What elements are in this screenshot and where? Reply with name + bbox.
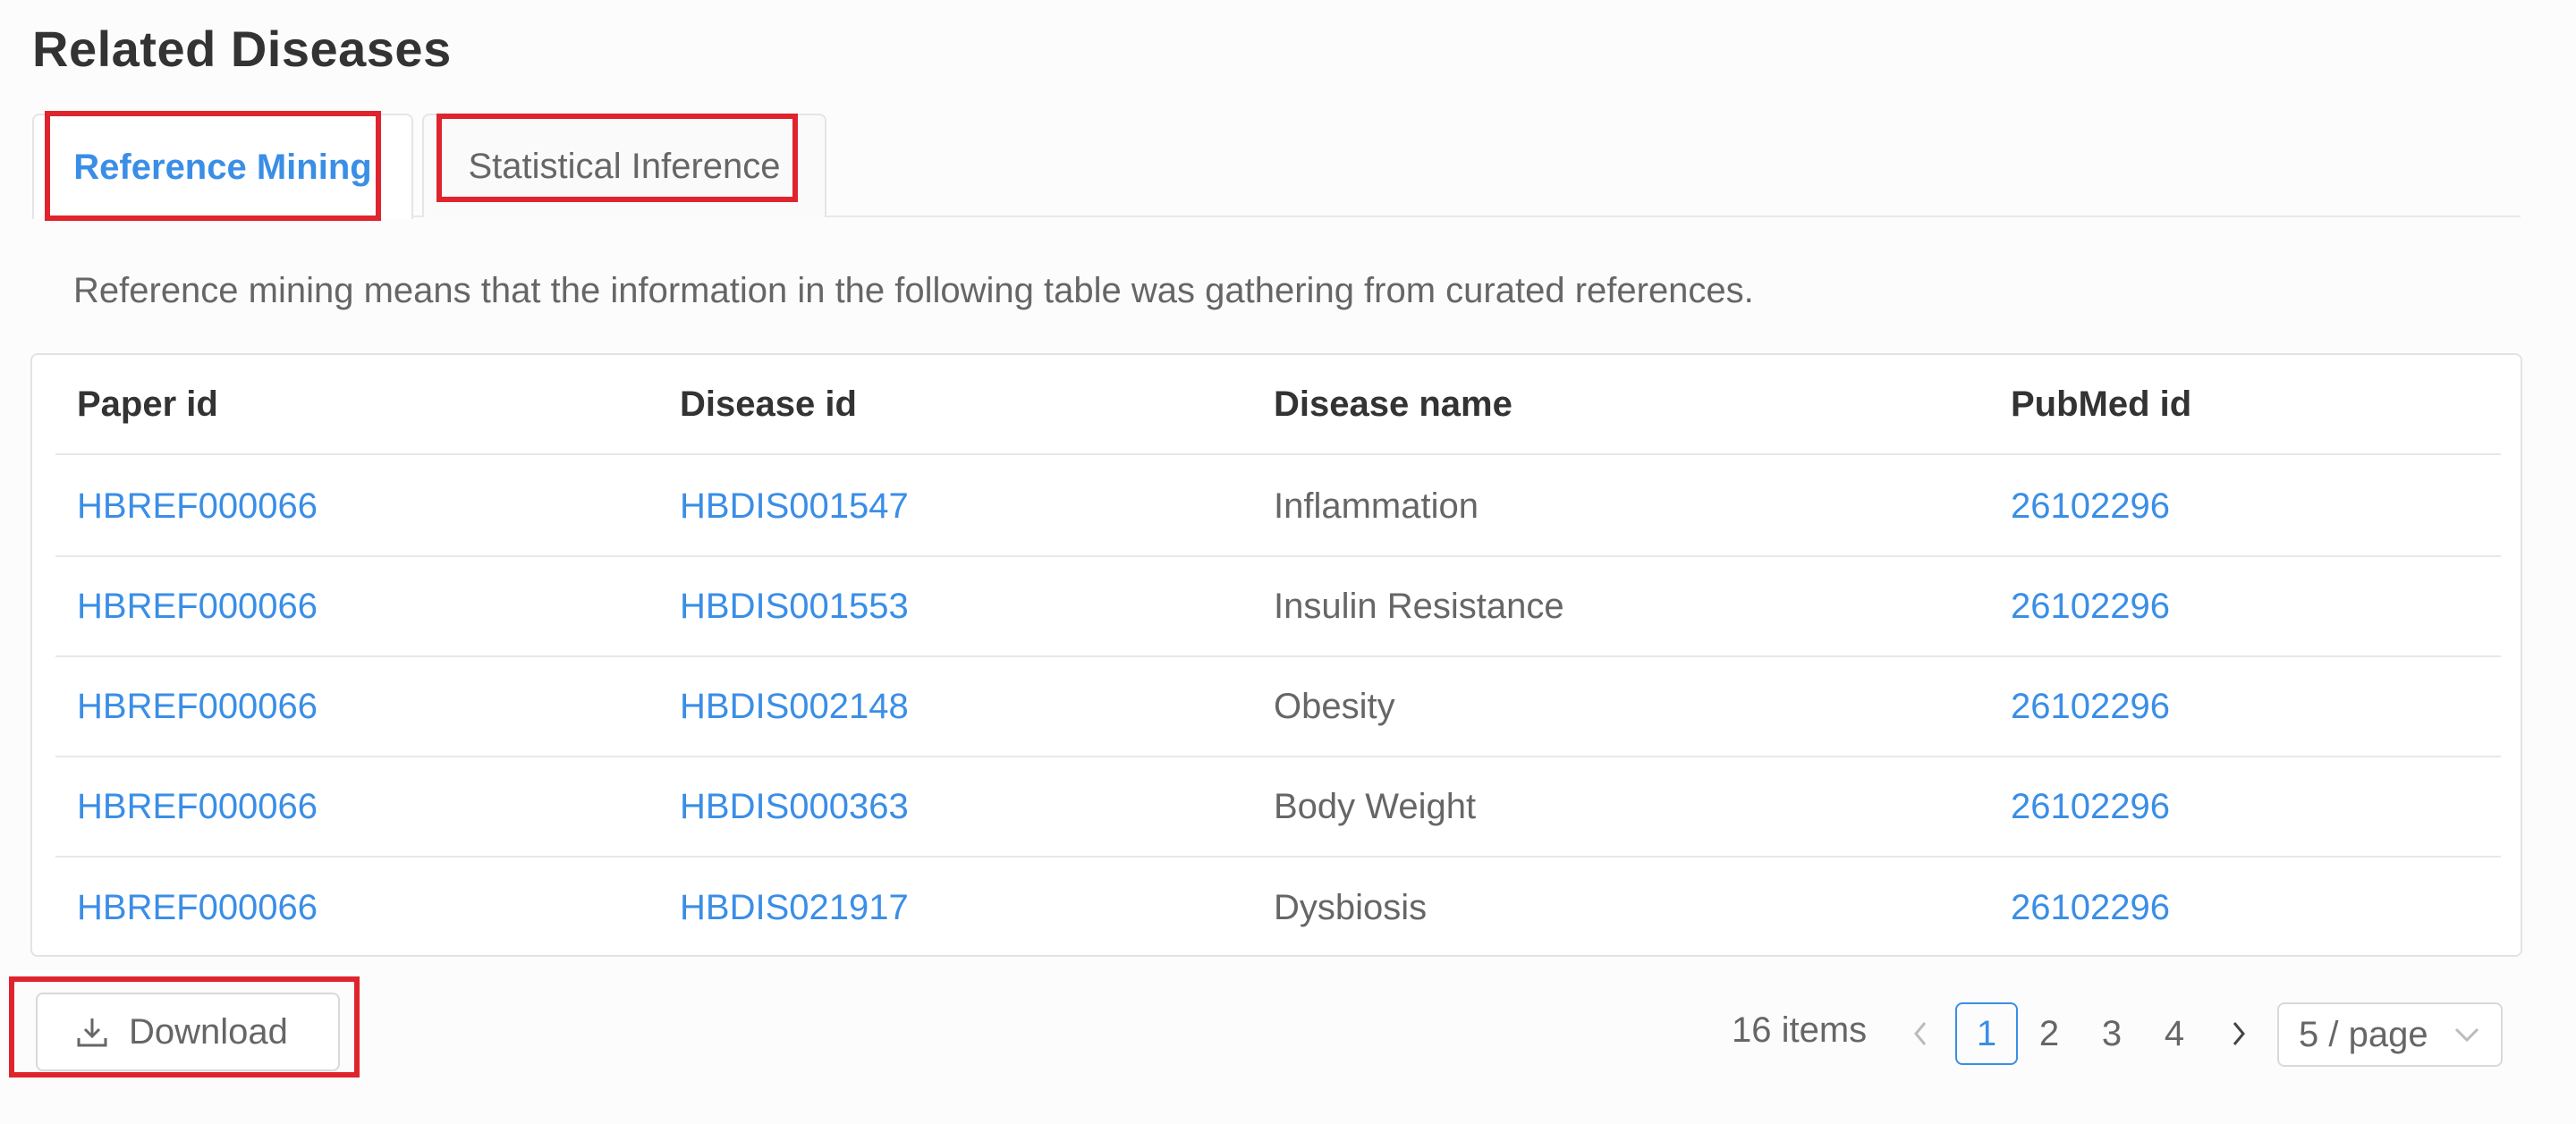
tab-description: Reference mining means that the informat… [73, 271, 1754, 310]
disease-name: Dysbiosis [1274, 887, 1428, 927]
chevron-right-icon [2233, 1022, 2245, 1045]
pagination-next-button[interactable] [2207, 1002, 2270, 1065]
pagination-page-2[interactable]: 2 [2018, 1002, 2080, 1065]
column-header-disease-name[interactable]: Disease name [1274, 385, 1513, 425]
section-title: Related Diseases [32, 21, 452, 77]
pubmed-id-link[interactable]: 26102296 [2011, 787, 2170, 827]
related-diseases-table: Paper id Disease id Disease name PubMed … [30, 353, 2522, 957]
disease-name: Inflammation [1274, 486, 1479, 526]
paper-id-link[interactable]: HBREF000066 [77, 787, 318, 827]
pagination-page-3[interactable]: 3 [2080, 1002, 2143, 1065]
pagination-page-1[interactable]: 1 [1955, 1002, 2018, 1065]
paper-id-link[interactable]: HBREF000066 [77, 587, 318, 627]
pubmed-id-link[interactable]: 26102296 [2011, 687, 2170, 727]
paper-id-link[interactable]: HBREF000066 [77, 486, 318, 527]
pagination-prev-button[interactable] [1889, 1002, 1952, 1065]
column-header-pubmed-id[interactable]: PubMed id [2011, 385, 2191, 425]
highlight-box-statistical-tab [436, 114, 798, 202]
table-row: HBREF000066 HBDIS001553 Insulin Resistan… [55, 557, 2501, 657]
disease-id-link[interactable]: HBDIS001553 [680, 587, 909, 627]
table-row: HBREF000066 HBDIS000363 Body Weight 2610… [55, 757, 2501, 858]
highlight-box-download [9, 976, 360, 1078]
column-header-paper-id[interactable]: Paper id [77, 385, 218, 425]
pubmed-id-link[interactable]: 26102296 [2011, 587, 2170, 627]
table-header-row: Paper id Disease id Disease name PubMed … [55, 355, 2501, 455]
table-row: HBREF000066 HBDIS002148 Obesity 26102296 [55, 657, 2501, 757]
disease-id-link[interactable]: HBDIS021917 [680, 888, 909, 928]
table-row: HBREF000066 HBDIS001547 Inflammation 261… [55, 457, 2501, 557]
page: Related Diseases Reference Mining Statis… [0, 0, 2576, 1124]
page-size-select[interactable]: 5 / page [2277, 1002, 2503, 1067]
page-size-value: 5 / page [2299, 1014, 2428, 1054]
paper-id-link[interactable]: HBREF000066 [77, 687, 318, 727]
pubmed-id-link[interactable]: 26102296 [2011, 888, 2170, 928]
disease-id-link[interactable]: HBDIS000363 [680, 787, 909, 827]
column-header-disease-id[interactable]: Disease id [680, 385, 857, 425]
highlight-box-reference-tab [45, 111, 381, 221]
pagination-total: 16 items [1732, 1010, 1868, 1050]
disease-id-link[interactable]: HBDIS001547 [680, 486, 909, 527]
table-row: HBREF000066 HBDIS021917 Dysbiosis 261022… [55, 858, 2501, 958]
chevron-left-icon [1914, 1022, 1927, 1045]
chevron-down-icon [2454, 1027, 2479, 1043]
paper-id-link[interactable]: HBREF000066 [77, 888, 318, 928]
disease-name: Insulin Resistance [1274, 586, 1564, 626]
disease-name: Body Weight [1274, 786, 1477, 826]
pubmed-id-link[interactable]: 26102296 [2011, 486, 2170, 527]
disease-name: Obesity [1274, 686, 1395, 726]
disease-id-link[interactable]: HBDIS002148 [680, 687, 909, 727]
pagination-page-4[interactable]: 4 [2143, 1002, 2206, 1065]
